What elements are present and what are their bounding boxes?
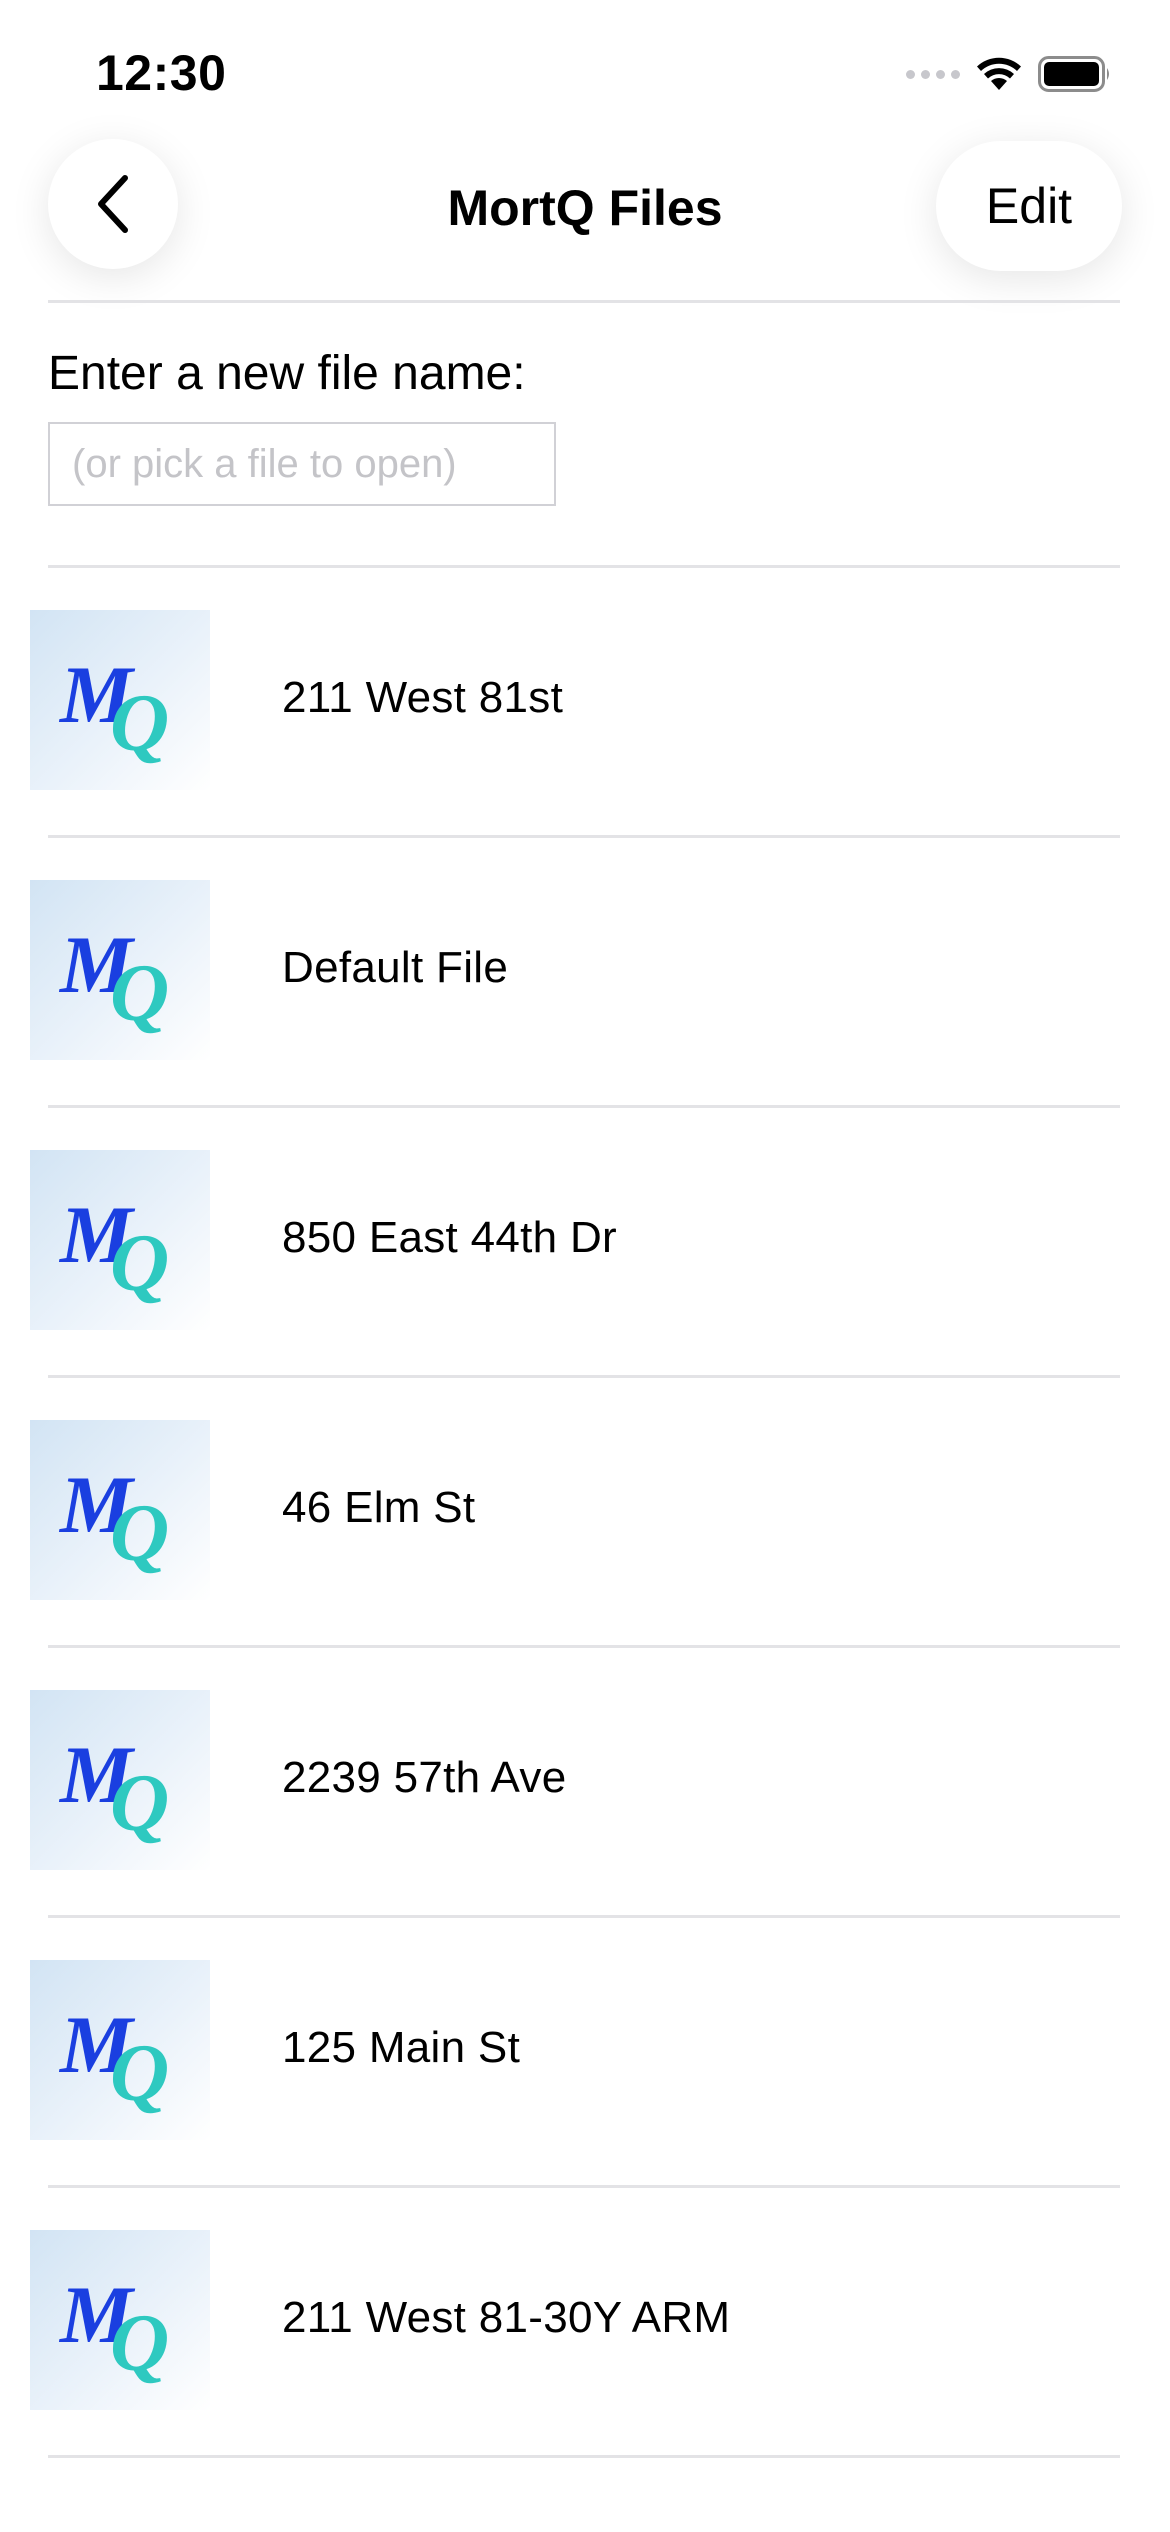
svg-text:Q: Q: [110, 947, 169, 1038]
file-name: 211 West 81-30Y ARM: [282, 2293, 731, 2342]
svg-text:Q: Q: [110, 2297, 169, 2388]
file-name: 2239 57th Ave: [282, 1753, 567, 1802]
new-file-label: Enter a new file name:: [48, 347, 526, 400]
file-list-item[interactable]: M Q 2239 57th Ave: [0, 1648, 1170, 1918]
header-divider: [48, 300, 1120, 303]
file-list-item[interactable]: M Q 46 Elm St: [0, 1378, 1170, 1648]
mortq-logo-icon: M Q: [30, 1420, 210, 1600]
file-list-item[interactable]: M Q 850 East 44th Dr: [0, 1108, 1170, 1378]
file-list-item[interactable]: M Q Default File: [0, 838, 1170, 1108]
battery-icon: [1038, 56, 1109, 92]
status-time: 12:30: [96, 45, 227, 101]
wifi-icon: [977, 57, 1021, 90]
status-bar: 12:30: [0, 0, 1170, 145]
mortq-logo-icon: M Q: [30, 1150, 210, 1330]
mortq-logo-icon: M Q: [30, 2230, 210, 2410]
svg-text:Q: Q: [110, 677, 169, 768]
file-list-item[interactable]: M Q 211 West 81st: [0, 568, 1170, 838]
status-icons: [906, 56, 1112, 92]
file-name-input[interactable]: [48, 422, 556, 506]
mortq-logo-icon: M Q: [30, 1690, 210, 1870]
file-name: 211 West 81st: [282, 673, 564, 722]
row-divider: [48, 2455, 1120, 2458]
svg-text:Q: Q: [110, 1217, 169, 1308]
file-name: 46 Elm St: [282, 1483, 476, 1532]
mortq-logo-icon: M Q: [30, 880, 210, 1060]
file-name: 125 Main St: [282, 2023, 521, 2072]
svg-text:Q: Q: [110, 1487, 169, 1578]
file-name: Default File: [282, 943, 509, 992]
svg-text:Q: Q: [110, 2027, 169, 2118]
file-list: M Q 211 West 81st M Q Default File M Q 8…: [0, 568, 1170, 2458]
mortq-logo-icon: M Q: [30, 1960, 210, 2140]
cellular-signal-icon: [906, 69, 960, 79]
file-list-item[interactable]: M Q 125 Main St: [0, 1918, 1170, 2188]
file-name: 850 East 44th Dr: [282, 1213, 617, 1262]
edit-button[interactable]: Edit: [936, 141, 1122, 271]
mortq-logo-icon: M Q: [30, 610, 210, 790]
navigation-bar: MortQ Files Edit: [0, 135, 1170, 305]
svg-text:Q: Q: [110, 1757, 169, 1848]
file-list-item[interactable]: M Q 211 West 81-30Y ARM: [0, 2188, 1170, 2458]
